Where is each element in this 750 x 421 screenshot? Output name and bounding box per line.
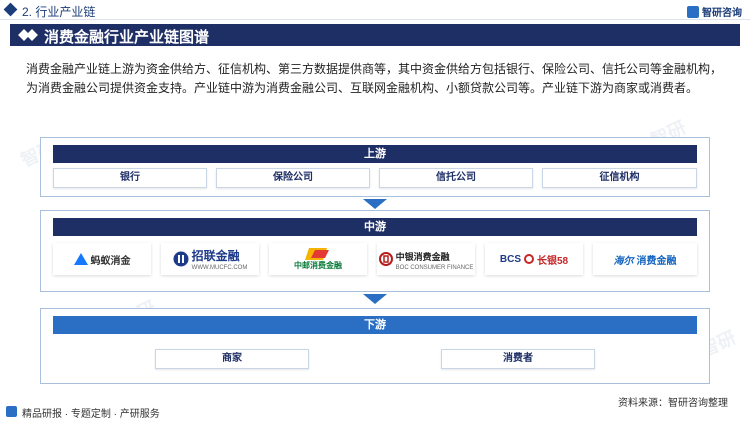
logo-text: 招联金融	[191, 249, 240, 263]
logo-boc-consumer-finance: 中银消费金融 BOC CONSUMER FINANCE	[377, 243, 475, 275]
logo-haier-consumer-finance: 海尔 消费金融	[593, 243, 697, 275]
title-bar: 消费金融行业产业链图谱	[10, 24, 740, 46]
boc-logo-icon	[378, 252, 393, 266]
section-marker-icon	[3, 2, 18, 17]
logo-text: 中邮消费金融	[294, 260, 342, 270]
logo-text: 蚂蚁消金	[90, 255, 131, 267]
upstream-item: 征信机构	[542, 168, 697, 188]
upstream-panel: 上游 银行 保险公司 信托公司 征信机构	[40, 137, 710, 197]
upstream-item: 信托公司	[379, 168, 533, 188]
midstream-header: 中游	[53, 218, 697, 236]
footer-logo-icon	[6, 406, 17, 417]
upstream-header: 上游	[53, 145, 697, 163]
logo-prefix: BCS	[499, 253, 521, 265]
zhaolian-logo-icon	[173, 251, 189, 267]
footer-text: 精品研报 · 专题定制 · 产研服务	[22, 409, 160, 420]
arrow-down-icon	[363, 199, 387, 209]
logo-text: 长银58	[537, 255, 569, 267]
logo-subtext: BOC CONSUMER FINANCE	[395, 265, 474, 271]
page-title: 消费金融行业产业链图谱	[44, 29, 210, 46]
logo-zhaolian-finance: 招联金融 WWW.MUCFC.COM	[161, 243, 259, 275]
section-title: 2. 行业产业链	[22, 5, 96, 19]
downstream-header: 下游	[53, 316, 697, 334]
downstream-item: 商家	[155, 349, 309, 369]
arrow-down-icon	[363, 294, 387, 304]
footer: 精品研报 · 专题定制 · 产研服务	[0, 403, 750, 421]
ant-logo-icon	[73, 253, 88, 265]
brand-logo-icon	[687, 5, 699, 18]
logo-text: 中银消费金融	[395, 252, 450, 262]
logo-text: 消费金融	[636, 255, 677, 267]
upstream-item: 银行	[53, 168, 207, 188]
top-bar: 2. 行业产业链 智研咨询	[0, 0, 750, 20]
upstream-item: 保险公司	[216, 168, 370, 188]
logo-subtext: WWW.MUCFC.COM	[191, 265, 248, 271]
brand: 智研咨询	[687, 4, 742, 19]
logo-youzheng-consumer-finance: 中邮消费金融	[269, 243, 367, 275]
intro-text: 消费金融产业链上游为资金供给方、征信机构、第三方数据提供商等，其中资金供给方包括…	[26, 62, 723, 95]
changyin-logo-icon	[524, 254, 534, 264]
brand-name: 智研咨询	[702, 8, 742, 19]
downstream-item: 消费者	[441, 349, 595, 369]
logo-ant-consumer-finance: 蚂蚁消金	[53, 243, 151, 275]
logo-prefix: 海尔	[613, 255, 634, 267]
youzheng-logo-icon	[305, 247, 329, 260]
logo-changyin58: BCS 长银58	[485, 243, 583, 275]
diamond-icon	[26, 29, 38, 41]
downstream-panel: 下游 商家 消费者	[40, 308, 710, 384]
midstream-panel: 中游 蚂蚁消金 招联金融 WWW.MUCFC.COM 中邮消费金融 中银消费金融…	[40, 210, 710, 292]
